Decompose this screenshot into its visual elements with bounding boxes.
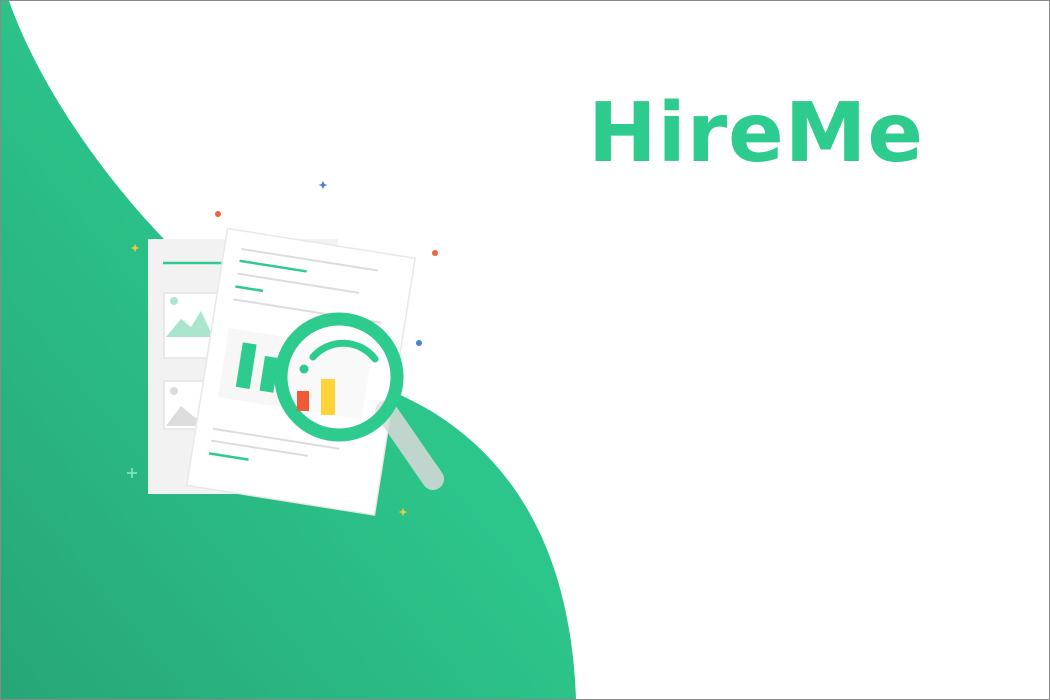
splash-screen: HireMe: [0, 0, 1050, 700]
app-title: HireMe: [587, 86, 924, 181]
document-search-icon: [127, 181, 444, 516]
